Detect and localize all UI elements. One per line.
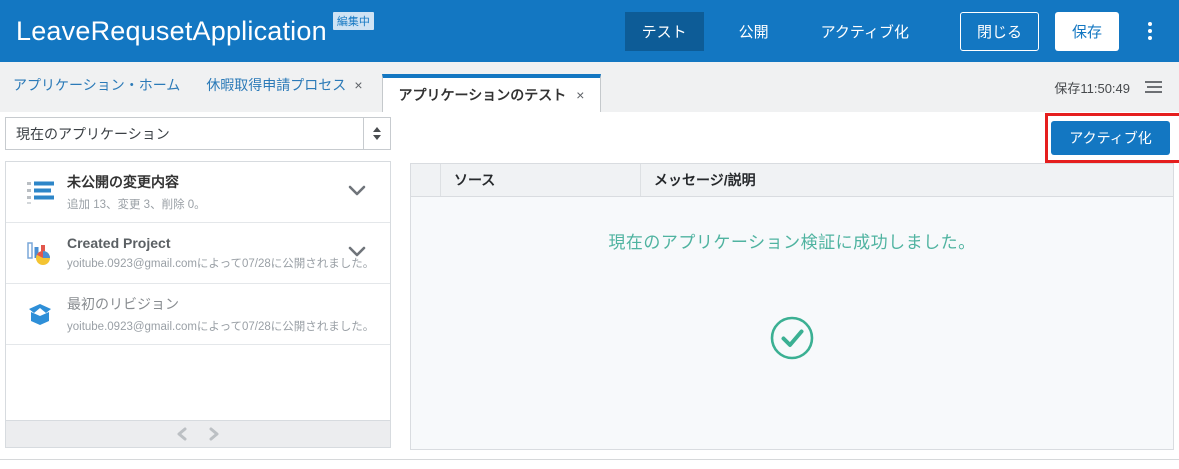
nav-item-publish[interactable]: 公開 xyxy=(722,12,786,51)
revisions-pagination xyxy=(6,420,390,447)
saved-timestamp: 保存11:50:49 xyxy=(1054,78,1130,97)
page-previous-icon[interactable] xyxy=(176,427,188,441)
changes-list-icon xyxy=(27,180,55,204)
tab-close-icon[interactable]: × xyxy=(576,87,584,103)
tab-label: アプリケーション・ホーム xyxy=(13,75,180,95)
revision-text: 最初のリビジョン yoitube.0923@gmail.comによって07/28… xyxy=(67,294,390,334)
results-table-header: ソース メッセージ/説明 xyxy=(411,164,1173,197)
tab-application-test[interactable]: アプリケーションのテスト × xyxy=(382,74,602,112)
application-selector-value: 現在のアプリケーション xyxy=(6,124,363,144)
header-nav: テスト 公開 アクティブ化 閉じる 保存 xyxy=(625,0,1165,62)
save-button[interactable]: 保存 xyxy=(1055,12,1119,51)
tab-application-home[interactable]: アプリケーション・ホーム xyxy=(0,75,193,112)
revision-text: 未公開の変更内容 追加 13、変更 3、削除 0。 xyxy=(67,172,262,212)
chevron-down-icon[interactable] xyxy=(348,183,366,201)
revision-item-created-project[interactable]: Created Project yoitube.0923@gmail.comによ… xyxy=(6,223,390,284)
tab-close-icon[interactable]: × xyxy=(354,77,362,93)
column-gutter xyxy=(411,164,441,196)
tab-label: 休暇取得申請プロセス xyxy=(206,75,346,95)
bottom-divider xyxy=(0,459,1179,460)
validation-success-message: 現在のアプリケーション検証に成功しました。 xyxy=(411,228,1173,253)
column-source: ソース xyxy=(441,164,641,196)
column-message: メッセージ/説明 xyxy=(641,164,1173,196)
app-title: LeaveRequsetApplication xyxy=(16,0,327,62)
revision-text: Created Project yoitube.0923@gmail.comによ… xyxy=(67,235,390,271)
chevron-down-icon[interactable] xyxy=(348,244,366,262)
close-button[interactable]: 閉じる xyxy=(960,12,1039,51)
app-window: LeaveRequsetApplication 編集中 テスト 公開 アクティブ… xyxy=(0,0,1179,469)
page-next-icon[interactable] xyxy=(208,427,220,441)
revision-subtitle: yoitube.0923@gmail.comによって07/28に公開されました。 xyxy=(67,318,334,334)
revision-title: 最初のリビジョン xyxy=(67,294,334,314)
revision-subtitle: yoitube.0923@gmail.comによって07/28に公開されました。 xyxy=(67,255,334,271)
revision-subtitle: 追加 13、変更 3、削除 0。 xyxy=(67,196,206,212)
test-results-panel: ソース メッセージ/説明 現在のアプリケーション検証に成功しました。 xyxy=(410,163,1174,450)
revision-item-first-revision[interactable]: 最初のリビジョン yoitube.0923@gmail.comによって07/28… xyxy=(6,284,390,345)
tab-label: アプリケーションのテスト xyxy=(399,85,567,105)
revision-box-icon xyxy=(27,301,55,327)
check-circle-icon xyxy=(769,315,815,366)
kebab-menu-icon[interactable] xyxy=(1141,19,1159,43)
activate-button[interactable]: アクティブ化 xyxy=(1051,121,1170,155)
nav-item-activate[interactable]: アクティブ化 xyxy=(804,12,926,51)
revisions-panel: 未公開の変更内容 追加 13、変更 3、削除 0。 Created Proj xyxy=(5,161,391,448)
tab-bar: アプリケーション・ホーム 休暇取得申請プロセス × アプリケーションのテスト ×… xyxy=(0,62,1179,112)
history-list-icon[interactable] xyxy=(1142,78,1165,96)
combo-arrows-icon[interactable] xyxy=(363,118,390,149)
app-header: LeaveRequsetApplication 編集中 テスト 公開 アクティブ… xyxy=(0,0,1179,62)
application-selector[interactable]: 現在のアプリケーション xyxy=(5,117,391,150)
project-chart-icon xyxy=(27,240,55,266)
results-table-body: 現在のアプリケーション検証に成功しました。 xyxy=(411,197,1173,449)
editing-status-badge: 編集中 xyxy=(333,12,374,30)
revision-title: Created Project xyxy=(67,235,334,251)
panel-spacer xyxy=(6,345,390,420)
revision-title: 未公開の変更内容 xyxy=(67,172,206,192)
revision-item-unpublished-changes[interactable]: 未公開の変更内容 追加 13、変更 3、削除 0。 xyxy=(6,162,390,223)
tabbar-right: 保存11:50:49 xyxy=(1054,62,1165,112)
nav-item-test[interactable]: テスト xyxy=(625,12,704,51)
tab-leave-request-process[interactable]: 休暇取得申請プロセス × xyxy=(193,75,375,112)
title-wrap: LeaveRequsetApplication 編集中 xyxy=(16,0,374,62)
